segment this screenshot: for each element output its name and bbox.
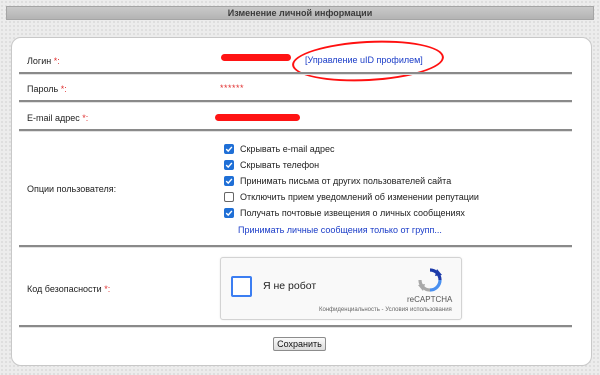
security-label: Код безопасности bbox=[27, 284, 102, 294]
login-label-row: Логин *: bbox=[27, 56, 60, 66]
password-masked-value: ****** bbox=[220, 83, 245, 93]
login-value-redacted bbox=[221, 54, 291, 61]
security-required-mark: *: bbox=[104, 284, 111, 294]
email-label-row: E-mail адрес *: bbox=[27, 113, 88, 123]
page-title: Изменение личной информации bbox=[6, 6, 594, 20]
security-label-row: Код безопасности *: bbox=[27, 284, 110, 294]
recaptcha-terms-link[interactable]: Конфиденциальность - Условия использован… bbox=[319, 307, 452, 313]
password-label-row: Пароль *: bbox=[27, 84, 67, 94]
login-label: Логин bbox=[27, 56, 52, 66]
option-label: Скрывать e-mail адрес bbox=[240, 144, 335, 154]
login-required-mark: *: bbox=[53, 56, 60, 66]
row-divider bbox=[19, 245, 572, 248]
email-required-mark: *: bbox=[82, 113, 89, 123]
option-hide-email[interactable]: Скрывать e-mail адрес bbox=[224, 143, 334, 155]
checkbox-checked-icon[interactable] bbox=[224, 208, 234, 218]
checkbox-unchecked-icon[interactable] bbox=[224, 192, 234, 202]
checkbox-checked-icon[interactable] bbox=[224, 144, 234, 154]
recaptcha-brand: reCAPTCHA bbox=[407, 295, 453, 304]
option-disable-reputation-notifications[interactable]: Отключить прием уведомлений об изменении… bbox=[224, 191, 479, 203]
email-label: E-mail адрес bbox=[27, 113, 80, 123]
option-accept-messages[interactable]: Принимать письма от других пользователей… bbox=[224, 175, 451, 187]
option-label: Получать почтовые извещения о личных соо… bbox=[240, 208, 465, 218]
option-hide-phone[interactable]: Скрывать телефон bbox=[224, 159, 319, 171]
row-divider bbox=[19, 72, 572, 75]
checkbox-checked-icon[interactable] bbox=[224, 176, 234, 186]
row-divider bbox=[19, 100, 572, 103]
recaptcha-widget: Я не робот reCAPTCHA Конфиденциальность … bbox=[220, 257, 462, 320]
recaptcha-label: Я не робот bbox=[263, 280, 317, 292]
option-label: Принимать письма от других пользователей… bbox=[240, 176, 452, 186]
row-divider bbox=[19, 129, 572, 132]
option-label: Отключить прием уведомлений об изменении… bbox=[240, 192, 479, 202]
option-mail-notifications[interactable]: Получать почтовые извещения о личных соо… bbox=[224, 207, 465, 219]
recaptcha-checkbox[interactable] bbox=[231, 276, 252, 297]
recaptcha-logo-icon bbox=[417, 267, 443, 295]
password-required-mark: *: bbox=[60, 84, 67, 94]
row-divider bbox=[19, 325, 572, 328]
password-label: Пароль bbox=[27, 84, 59, 94]
option-label: Скрывать телефон bbox=[240, 160, 320, 170]
checkbox-checked-icon[interactable] bbox=[224, 160, 234, 170]
save-button[interactable]: Сохранить bbox=[273, 337, 326, 351]
email-value-redacted bbox=[215, 114, 300, 121]
group-messages-link[interactable]: Принимать личные сообщения только от гру… bbox=[238, 225, 442, 235]
options-label: Опции пользователя: bbox=[27, 184, 117, 194]
